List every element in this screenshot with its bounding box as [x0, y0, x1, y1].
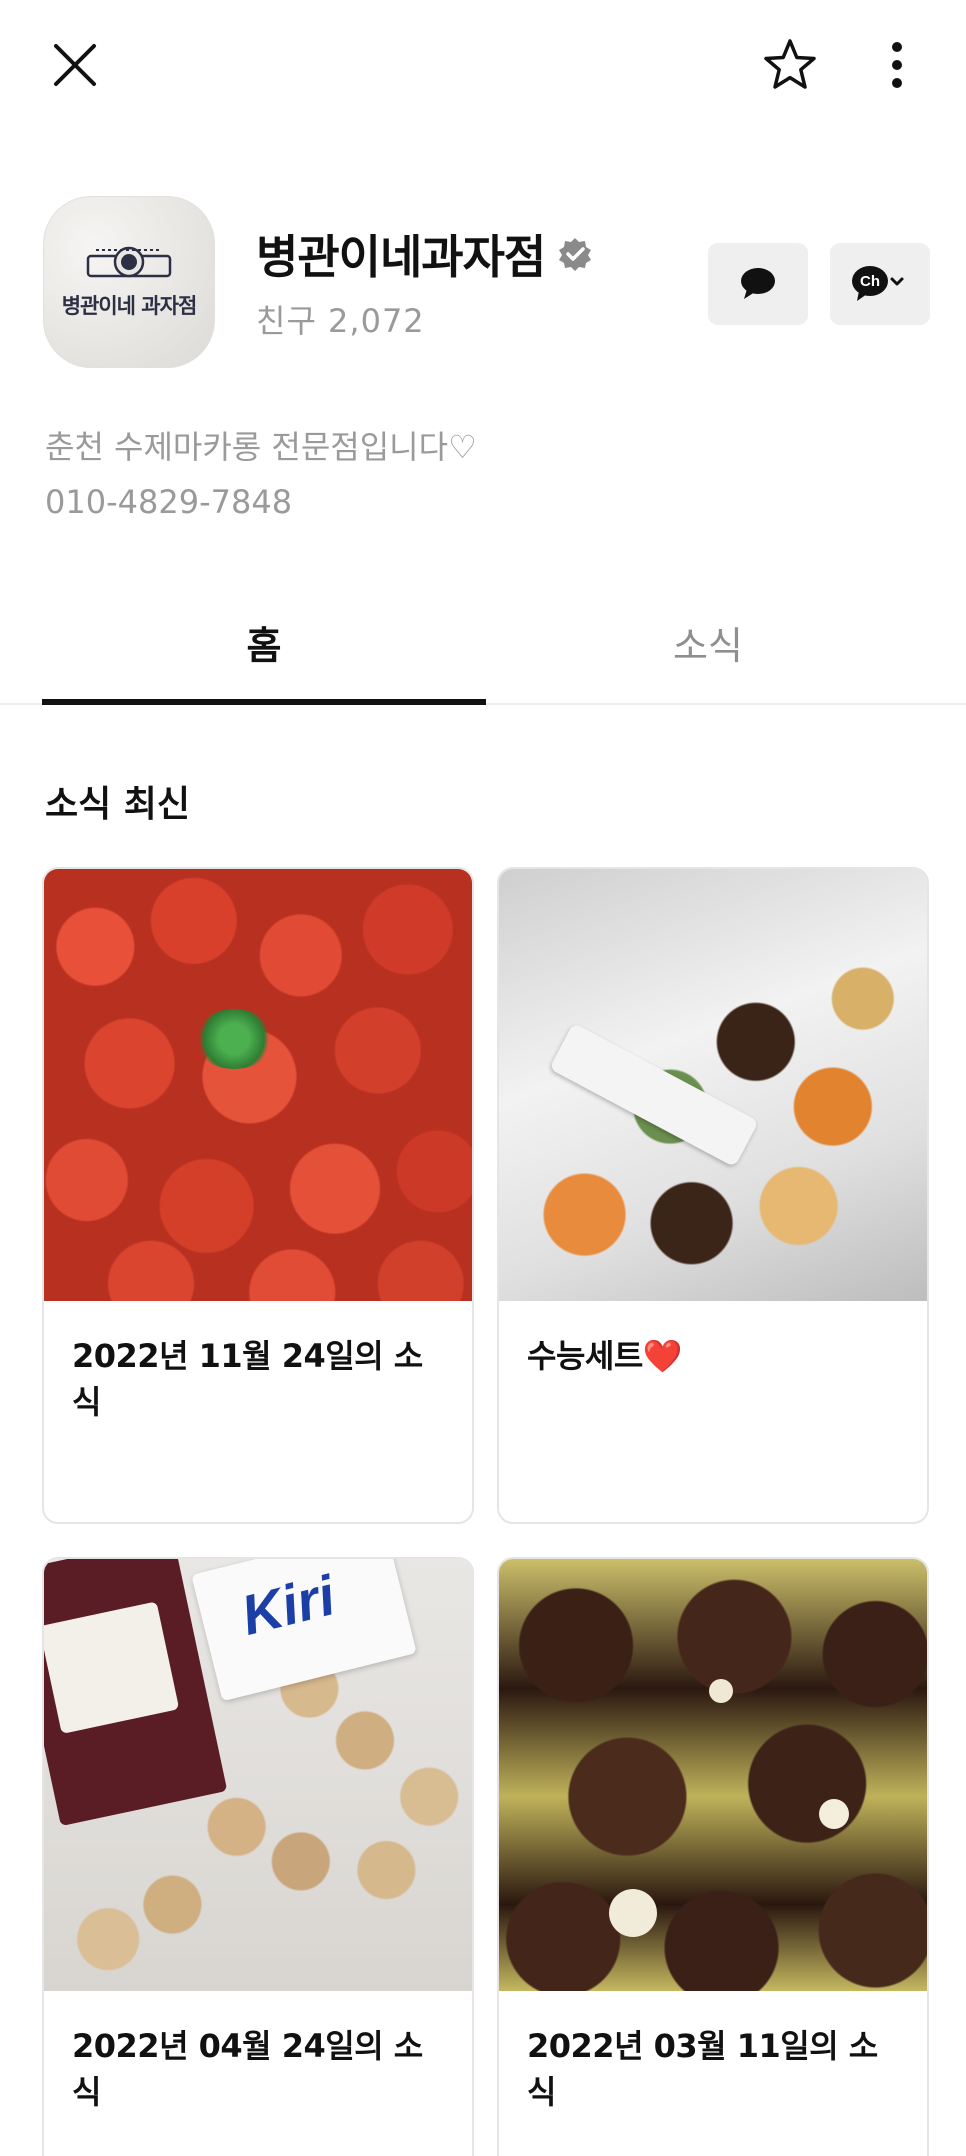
active-tab-indicator: [42, 699, 486, 705]
verified-badge-icon: [559, 238, 592, 271]
post-thumbnail-chocolate-macarons: [499, 1559, 927, 1991]
ch-dropdown-icon: Ch: [852, 266, 904, 301]
post-caption: 2022년 04월 24일의 소식: [72, 2027, 423, 2111]
post-card[interactable]: 2022년 03월 11일의 소식: [497, 1557, 929, 2156]
friend-count: 친구 2,072: [256, 302, 425, 340]
avatar[interactable]: 병관이네 과자점: [43, 196, 215, 368]
top-bar: [0, 0, 966, 130]
more-options-button[interactable]: [857, 25, 937, 105]
channel-name: 병관이네과자점: [256, 224, 593, 284]
favorite-button[interactable]: [750, 25, 830, 105]
channel-name-text: 병관이네과자점: [256, 230, 546, 284]
channel-profile-page: 병관이네 과자점 병관이네과자점 친구 2,072 Ch 춘천 수제마카롱 전문…: [0, 0, 966, 2156]
channel-add-button[interactable]: Ch: [830, 243, 930, 325]
svg-text:Ch: Ch: [860, 273, 880, 290]
cheese-box-brand: Kiri: [235, 1563, 341, 1647]
post-caption: 수능세트❤️: [527, 1337, 683, 1375]
channel-description: 춘천 수제마카롱 전문점입니다♡ 010-4829-7848: [45, 420, 477, 530]
cheese-box-shape: Kiri: [191, 1559, 417, 1702]
close-button[interactable]: [35, 25, 115, 105]
post-caption: 2022년 11월 24일의 소식: [72, 1337, 423, 1421]
post-card[interactable]: 2022년 11월 24일의 소식: [42, 867, 474, 1524]
description-text: 춘천 수제마카롱 전문점입니다♡: [45, 428, 477, 466]
post-thumbnail-blueberry-macarons: Kiri: [44, 1559, 472, 1991]
post-card[interactable]: Kiri 2022년 04월 24일의 소식: [42, 1557, 474, 2156]
tab-home[interactable]: 홈: [42, 580, 486, 705]
post-thumbnail-gift-box: [499, 869, 927, 1301]
strawberry-leaf-shape: [194, 1009, 274, 1069]
tab-news[interactable]: 소식: [486, 580, 930, 705]
white-chocolate-ball: [709, 1679, 733, 1703]
chat-bubble-icon: [741, 268, 775, 299]
gift-box-label-shape: [549, 1022, 759, 1168]
white-chocolate-ball: [609, 1889, 657, 1937]
phone-number[interactable]: 010-4829-7848: [45, 475, 477, 530]
avatar-logo-text: 병관이네 과자점: [61, 293, 198, 318]
more-vertical-icon: [892, 42, 902, 88]
chat-button[interactable]: [708, 243, 808, 325]
tab-bar: 홈 소식: [0, 580, 966, 705]
post-caption: 2022년 03월 11일의 소식: [527, 2027, 878, 2111]
star-outline-icon: [764, 39, 816, 89]
section-title: 소식 최신: [45, 784, 191, 825]
bakery-emblem-icon: [86, 246, 172, 278]
post-card[interactable]: 수능세트❤️: [497, 867, 929, 1524]
white-chocolate-ball: [819, 1799, 849, 1829]
close-icon: [54, 44, 96, 86]
post-thumbnail-strawberries: [44, 869, 472, 1301]
